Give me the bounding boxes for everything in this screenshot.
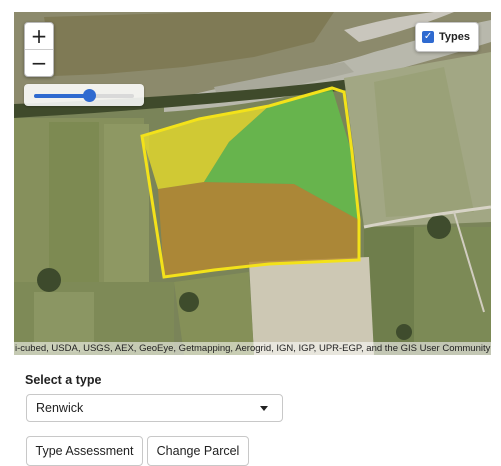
select-type-label: Select a type <box>25 373 102 387</box>
layers-control[interactable]: ✓ Types <box>415 22 479 52</box>
map-attribution: i-cubed, USDA, USGS, AEX, GeoEye, Getmap… <box>14 342 491 355</box>
types-label: Types <box>439 31 470 43</box>
map-view[interactable]: + − ✓ Types i-cubed, USDA, USGS, AEX, Ge… <box>14 12 491 355</box>
type-assessment-button[interactable]: Type Assessment <box>26 436 143 466</box>
zoom-in-button[interactable]: + <box>25 23 53 49</box>
zoom-out-button[interactable]: − <box>25 49 53 76</box>
types-checkbox[interactable]: ✓ <box>422 31 435 43</box>
satellite-imagery <box>14 12 491 355</box>
caret-down-icon <box>260 406 268 411</box>
type-select-value: Renwick <box>36 401 84 415</box>
slider-track[interactable] <box>34 89 134 102</box>
zoom-control: + − <box>24 22 54 77</box>
type-select[interactable]: Renwick <box>26 394 283 422</box>
opacity-slider[interactable] <box>24 84 144 106</box>
change-parcel-button[interactable]: Change Parcel <box>147 436 249 466</box>
slider-thumb[interactable] <box>83 89 96 102</box>
slider-fill <box>34 94 89 98</box>
